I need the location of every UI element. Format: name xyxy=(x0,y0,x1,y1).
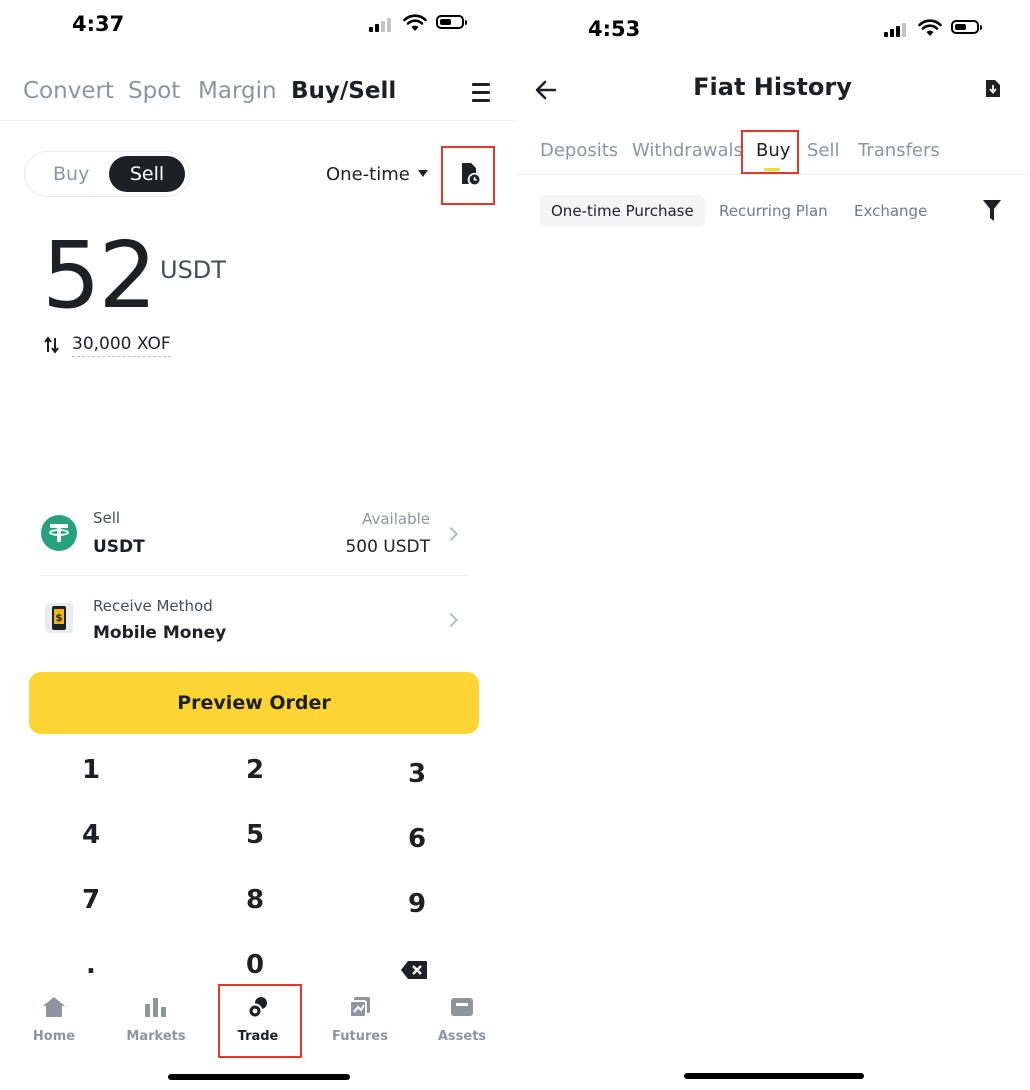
chevron-right-icon xyxy=(443,526,459,542)
home-icon xyxy=(43,997,65,1017)
tabs-divider xyxy=(515,174,1030,175)
converted-amount[interactable]: 30,000 XOF xyxy=(72,334,171,357)
nav-futures-label: Futures xyxy=(332,1029,388,1044)
home-indicator xyxy=(684,1073,864,1079)
key-1[interactable]: 1 xyxy=(61,755,121,785)
tab-margin[interactable]: Margin xyxy=(198,78,277,104)
wifi-icon xyxy=(918,19,942,36)
filter-funnel-icon[interactable] xyxy=(982,199,1002,222)
sell-toggle-button[interactable]: Sell xyxy=(109,156,185,192)
fiat-history-screen: 4:53 Fiat History Deposits Withdrawals B… xyxy=(515,0,1030,1090)
export-document-icon[interactable] xyxy=(985,79,1001,98)
menu-icon[interactable] xyxy=(472,83,490,107)
nav-futures[interactable]: Futures xyxy=(320,996,400,1044)
signal-icon xyxy=(369,16,395,32)
chevron-right-icon xyxy=(443,612,459,628)
backspace-icon[interactable] xyxy=(400,960,428,980)
receive-method-row[interactable]: $ Receive Method Mobile Money xyxy=(40,588,470,652)
page-title: Fiat History xyxy=(693,73,852,101)
nav-assets[interactable]: Assets xyxy=(422,996,502,1044)
tab-deposits[interactable]: Deposits xyxy=(540,140,618,161)
swap-icon[interactable] xyxy=(44,336,60,354)
key-decimal[interactable]: . xyxy=(61,950,121,980)
amount-unit: USDT xyxy=(160,256,226,284)
buy-sell-screen: 4:37 Convert Spot Margin Buy/Sell Buy Se… xyxy=(0,0,515,1090)
available-label: Available xyxy=(362,510,430,528)
battery-icon xyxy=(436,15,467,29)
home-indicator xyxy=(168,1074,350,1080)
key-8[interactable]: 8 xyxy=(225,885,285,915)
key-2[interactable]: 2 xyxy=(225,755,285,785)
frequency-dropdown[interactable]: One-time xyxy=(326,164,410,185)
sell-row-label: Sell xyxy=(93,509,121,527)
status-time: 4:53 xyxy=(588,17,641,41)
key-3[interactable]: 3 xyxy=(387,759,447,789)
nav-markets[interactable]: Markets xyxy=(116,996,196,1044)
signal-icon xyxy=(884,21,910,37)
key-4[interactable]: 4 xyxy=(61,820,121,850)
status-time: 4:37 xyxy=(72,12,125,36)
filter-one-time-purchase[interactable]: One-time Purchase xyxy=(540,195,705,227)
nav-markets-label: Markets xyxy=(126,1029,186,1044)
nav-home-label: Home xyxy=(32,1029,76,1044)
markets-icon xyxy=(145,998,166,1017)
preview-order-button[interactable]: Preview Order xyxy=(29,672,479,734)
tab-transfers[interactable]: Transfers xyxy=(858,140,940,161)
receive-method-label: Receive Method xyxy=(93,597,213,615)
svg-text:$: $ xyxy=(56,613,63,624)
nav-home[interactable]: Home xyxy=(14,996,94,1044)
usdt-icon xyxy=(41,515,77,551)
tab-sell[interactable]: Sell xyxy=(807,140,840,161)
key-6[interactable]: 6 xyxy=(387,824,447,854)
highlight-box-trade xyxy=(218,984,302,1058)
tab-buy-sell[interactable]: Buy/Sell xyxy=(291,78,396,104)
buy-sell-toggle: Buy Sell xyxy=(24,151,190,197)
receive-method-value: Mobile Money xyxy=(93,623,227,643)
highlight-box-history xyxy=(441,146,495,205)
key-7[interactable]: 7 xyxy=(61,885,121,915)
assets-icon xyxy=(451,998,473,1016)
wifi-icon xyxy=(403,14,427,31)
tab-spot[interactable]: Spot xyxy=(128,78,180,104)
sell-row-asset: USDT xyxy=(93,537,145,557)
filter-exchange[interactable]: Exchange xyxy=(843,195,938,227)
sell-asset-row[interactable]: Sell USDT Available 500 USDT xyxy=(40,500,470,568)
futures-icon xyxy=(349,997,370,1018)
filter-recurring-plan[interactable]: Recurring Plan xyxy=(708,195,839,227)
available-value: 500 USDT xyxy=(345,537,430,557)
row-divider xyxy=(40,575,468,576)
key-0[interactable]: 0 xyxy=(225,950,285,980)
amount-value[interactable]: 52 xyxy=(42,222,157,329)
highlight-box-buy xyxy=(741,130,799,174)
buy-toggle-button[interactable]: Buy xyxy=(53,152,89,196)
mobile-money-icon: $ xyxy=(45,603,73,633)
key-9[interactable]: 9 xyxy=(387,889,447,919)
header-divider xyxy=(0,120,515,121)
dropdown-caret-icon xyxy=(418,170,428,177)
nav-assets-label: Assets xyxy=(437,1029,487,1044)
key-5[interactable]: 5 xyxy=(225,820,285,850)
tab-withdrawals[interactable]: Withdrawals xyxy=(632,140,743,161)
tab-convert[interactable]: Convert xyxy=(23,78,114,104)
battery-icon xyxy=(951,20,982,34)
